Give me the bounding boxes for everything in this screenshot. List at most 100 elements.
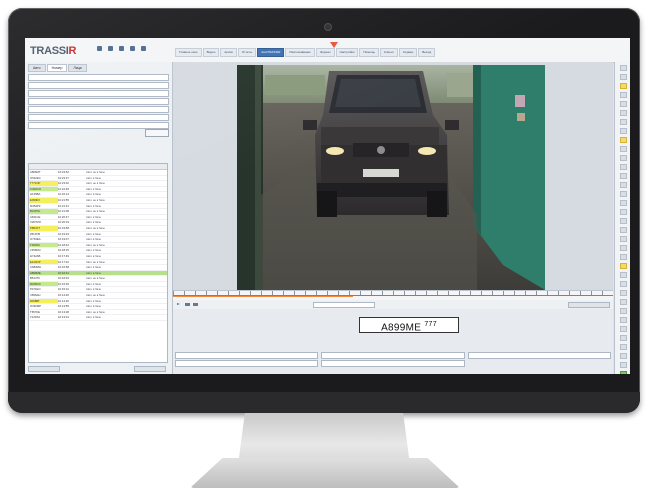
detail-fields-row-1 xyxy=(175,352,611,359)
row-state: Авто не в базе xyxy=(86,259,105,264)
channel-status-icon[interactable] xyxy=(619,110,627,116)
detail-field-1[interactable] xyxy=(175,352,319,359)
channel-status-icon[interactable] xyxy=(619,74,627,80)
filter-field[interactable] xyxy=(28,73,169,81)
channel-status-icon[interactable] xyxy=(619,344,627,350)
channel-status-icon[interactable] xyxy=(619,155,627,161)
row-time: 10:23:02 xyxy=(58,181,69,186)
row-state: Авто в базе xyxy=(86,237,102,242)
channel-status-icon[interactable] xyxy=(619,200,627,206)
channel-status-icon[interactable] xyxy=(619,101,627,107)
tab-6[interactable]: Распознавание xyxy=(285,48,315,57)
channel-status-icon[interactable] xyxy=(619,335,627,341)
channel-status-icon[interactable] xyxy=(619,236,627,242)
channel-status-icon[interactable] xyxy=(619,281,627,287)
tab-9[interactable]: Помощь xyxy=(359,48,379,57)
time-to-field[interactable] xyxy=(28,105,169,113)
camera-video[interactable] xyxy=(237,65,545,290)
col-header-state[interactable] xyxy=(86,164,167,169)
channel-status-icon[interactable] xyxy=(619,218,627,224)
row-plate: Е129ОР xyxy=(29,259,58,265)
tab-faces[interactable]: Лица xyxy=(68,64,87,72)
date-to-field[interactable] xyxy=(28,121,169,129)
channel-status-icon[interactable] xyxy=(619,83,627,89)
channel-status-icon[interactable] xyxy=(619,227,627,233)
row-state: Авто в базе xyxy=(86,298,102,303)
tab-3[interactable]: Архив xyxy=(220,48,237,57)
row-time: 10:23:37 xyxy=(58,175,69,180)
tab-1[interactable]: Главное окно xyxy=(175,48,202,57)
home-icon[interactable] xyxy=(97,46,102,51)
rewind-icon[interactable] xyxy=(185,303,190,306)
tab-auto[interactable]: Авто xyxy=(28,64,46,72)
tab-11[interactable]: Сервер xyxy=(398,48,418,57)
apply-button[interactable] xyxy=(145,129,169,137)
tab-5[interactable]: AutoTRASSIR xyxy=(257,48,285,57)
row-plate: С683МН xyxy=(30,265,42,270)
time-field[interactable] xyxy=(313,302,375,308)
channel-status-icon[interactable] xyxy=(619,263,627,269)
tab-8[interactable]: Настройки xyxy=(335,48,359,57)
row-plate: К510УВ xyxy=(30,231,40,236)
channel-status-icon[interactable] xyxy=(619,65,627,71)
channel-status-icon[interactable] xyxy=(619,371,627,374)
row-time: 10:16:04 xyxy=(58,276,69,281)
zoom-control[interactable] xyxy=(568,302,610,308)
channel-status-icon[interactable] xyxy=(619,317,627,323)
date-from-field[interactable] xyxy=(28,113,169,121)
monitor-icon[interactable] xyxy=(108,46,113,51)
channel-status-icon[interactable] xyxy=(619,353,627,359)
table-row[interactable]: У120ХА 10:13:01 Авто в базе xyxy=(29,315,167,322)
detail-field-3[interactable] xyxy=(467,352,611,359)
tab-7[interactable]: Журнал xyxy=(315,48,335,57)
channel-status-icon[interactable] xyxy=(619,128,627,134)
tab-2[interactable]: Видео xyxy=(202,48,220,57)
time-from-field[interactable] xyxy=(28,97,169,105)
channel-status-icon[interactable] xyxy=(619,209,627,215)
channel-status-icon[interactable] xyxy=(619,308,627,314)
col-header-plate[interactable] xyxy=(29,164,58,169)
tab-4[interactable]: Отчёты xyxy=(237,48,257,57)
settings-icon[interactable] xyxy=(119,46,124,51)
search-field[interactable] xyxy=(28,81,169,89)
channel-status-icon[interactable] xyxy=(619,272,627,278)
row-time: 10:16:58 xyxy=(58,265,69,270)
row-plate: Т090ХС xyxy=(29,242,58,248)
channel-status-icon[interactable] xyxy=(619,137,627,143)
col-header-time[interactable] xyxy=(58,164,86,169)
channel-status-icon[interactable] xyxy=(619,119,627,125)
time-to-row xyxy=(28,105,169,113)
row-time: 10:16:31 xyxy=(58,270,69,275)
channel-status-icon[interactable] xyxy=(619,173,627,179)
tab-12[interactable]: Выход xyxy=(418,48,436,57)
channel-status-icon[interactable] xyxy=(619,164,627,170)
footer-left-control[interactable] xyxy=(28,365,60,372)
detail-field-2[interactable] xyxy=(321,352,465,359)
channel-status-icon[interactable] xyxy=(619,191,627,197)
row-state: Авто в базе xyxy=(86,253,102,258)
tab-10[interactable]: Клиент xyxy=(379,48,398,57)
webcam-icon xyxy=(324,23,332,31)
left-panel-footer xyxy=(28,364,166,372)
forward-icon[interactable] xyxy=(193,303,198,306)
footer-right-control[interactable] xyxy=(134,365,166,372)
channel-status-icon[interactable] xyxy=(619,290,627,296)
channel-status-icon[interactable] xyxy=(619,362,627,368)
row-plate: В318ТН xyxy=(29,209,58,214)
channel-status-icon[interactable] xyxy=(619,299,627,305)
play-icon[interactable] xyxy=(177,303,180,305)
channel-status-icon[interactable] xyxy=(619,326,627,332)
channel-status-icon[interactable] xyxy=(619,92,627,98)
channel-status-icon[interactable] xyxy=(619,245,627,251)
detail-field-4[interactable] xyxy=(175,360,319,367)
row-plate: Т771ОР xyxy=(29,181,58,186)
channel-select[interactable] xyxy=(28,89,169,97)
timeline-event-bar xyxy=(173,296,353,297)
channel-status-icon[interactable] xyxy=(619,254,627,260)
channel-status-icon[interactable] xyxy=(619,146,627,152)
pen-icon[interactable] xyxy=(130,46,135,51)
detail-field-5[interactable] xyxy=(321,360,465,367)
search-icon[interactable] xyxy=(141,46,146,51)
tab-number[interactable]: Номер xyxy=(46,64,68,72)
channel-status-icon[interactable] xyxy=(619,182,627,188)
